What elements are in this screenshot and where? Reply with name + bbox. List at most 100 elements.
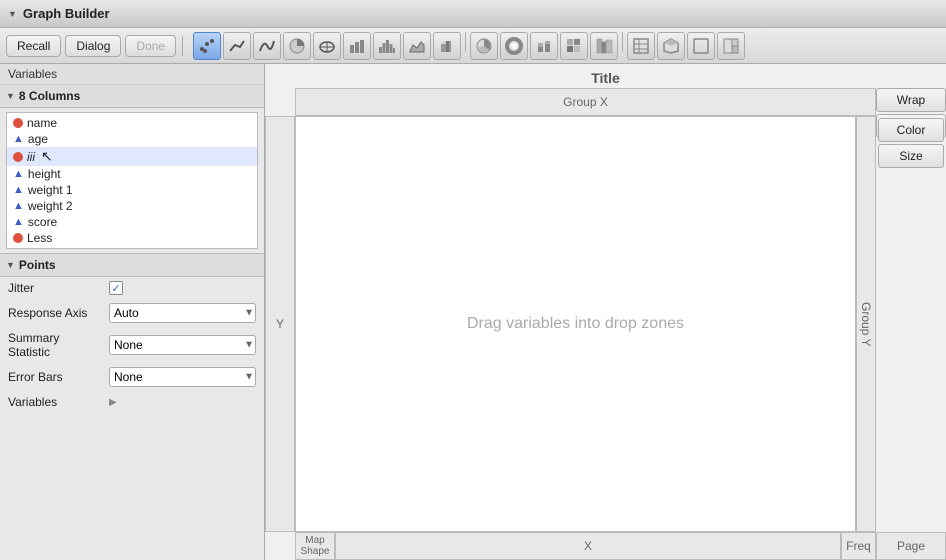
points-header[interactable]: ▼ Points xyxy=(0,254,264,277)
points-section: ▼ Points Jitter Response Axis Auto Y X ▼ xyxy=(0,253,264,560)
col-label: name xyxy=(27,116,57,130)
toolbar: Recall Dialog Done xyxy=(0,28,946,64)
chart-icon-table[interactable] xyxy=(627,32,655,60)
chart-icon-3dbar[interactable] xyxy=(433,32,461,60)
group-y-cell[interactable]: Group Y xyxy=(856,116,876,532)
chart-icon-pie[interactable] xyxy=(283,32,311,60)
app-title: Graph Builder xyxy=(23,6,110,21)
list-item[interactable]: name xyxy=(7,115,257,131)
chart-icon-treemap[interactable] xyxy=(717,32,745,60)
triangle-icon: ▼ xyxy=(8,9,17,19)
right-buttons: Color Size xyxy=(876,116,946,532)
jitter-checkbox[interactable] xyxy=(109,281,123,295)
right-labels-top: Wrap Overlay xyxy=(876,88,946,116)
summary-statistic-row: Summary Statistic None Mean Median Std D… xyxy=(0,327,264,363)
variables-row: Variables ▶ xyxy=(0,391,264,413)
col-arrow-icon: ▲ xyxy=(13,133,24,145)
graph-top-row: Group X Wrap Overlay xyxy=(295,88,946,116)
chart-icon-bar[interactable] xyxy=(343,32,371,60)
points-triangle: ▼ xyxy=(6,260,15,270)
chart-icon-map[interactable] xyxy=(313,32,341,60)
col-label: Less xyxy=(27,231,52,245)
size-button[interactable]: Size xyxy=(878,144,944,168)
freq-cell[interactable]: Freq xyxy=(841,532,876,560)
graph-area: Title Group X Wrap Overlay Y xyxy=(265,64,946,560)
col-label: iii xyxy=(27,150,35,164)
y-label-cell[interactable]: Y xyxy=(265,116,295,532)
group-x-cell[interactable]: Group X xyxy=(295,88,876,116)
variables-sub-arrow-icon: ▶ xyxy=(109,397,117,408)
cursor-icon: ↖ xyxy=(41,148,53,165)
error-bars-select[interactable]: None Standard Error Confidence Interval xyxy=(109,367,256,387)
chart-icon-line[interactable] xyxy=(223,32,251,60)
error-bars-select-wrap: None Standard Error Confidence Interval … xyxy=(109,367,256,387)
list-item[interactable]: ▲ score xyxy=(7,214,257,230)
wrap-button[interactable]: Wrap xyxy=(876,88,946,112)
right-panel: Title Group X Wrap Overlay Y xyxy=(265,64,946,560)
col-arrow-icon: ▲ xyxy=(13,200,24,212)
error-bars-label: Error Bars xyxy=(8,370,103,384)
response-axis-select[interactable]: Auto Y X xyxy=(109,303,256,323)
jitter-label: Jitter xyxy=(8,281,103,295)
graph-grid-container: Group X Wrap Overlay Y Drag variables in… xyxy=(265,88,946,560)
chart-icon-map2[interactable] xyxy=(657,32,685,60)
chart-icon-smooth[interactable] xyxy=(253,32,281,60)
map-shape-cell[interactable]: MapShape xyxy=(295,532,335,560)
columns-header[interactable]: ▼ 8 Columns xyxy=(0,85,264,108)
response-axis-row: Response Axis Auto Y X ▼ xyxy=(0,299,264,327)
response-axis-select-wrap: Auto Y X ▼ xyxy=(109,303,256,323)
list-item[interactable]: ▲ age xyxy=(7,131,257,147)
error-bars-row: Error Bars None Standard Error Confidenc… xyxy=(0,363,264,391)
drag-hint-text: Drag variables into drop zones xyxy=(467,315,684,333)
variables-subrow-label: Variables xyxy=(8,395,103,409)
title-bar: ▼ Graph Builder xyxy=(0,0,946,28)
points-title: Points xyxy=(19,258,56,272)
list-item[interactable]: ▲ height xyxy=(7,166,257,182)
chart-icon-donut[interactable] xyxy=(500,32,528,60)
chart-icon-stacked[interactable] xyxy=(530,32,558,60)
graph-middle-row: Y Drag variables into drop zones Group Y… xyxy=(265,116,946,532)
col-arrow-icon: ▲ xyxy=(13,168,24,180)
dialog-button[interactable]: Dialog xyxy=(65,35,121,57)
columns-title: 8 Columns xyxy=(19,89,80,103)
list-item[interactable]: ▲ weight 1 xyxy=(7,182,257,198)
chart-icon-pie2[interactable] xyxy=(470,32,498,60)
graph-title: Title xyxy=(265,64,946,88)
variables-label: Variables xyxy=(0,64,264,85)
chart-icon-box3d[interactable] xyxy=(687,32,715,60)
chart-icon-area[interactable] xyxy=(403,32,431,60)
col-dot-red xyxy=(13,118,23,128)
chart-icon-heatmap[interactable] xyxy=(560,32,588,60)
page-cell[interactable]: Page xyxy=(876,532,946,560)
toolbar-separator-1 xyxy=(182,36,183,56)
graph-bottom-row: MapShape X Freq Page xyxy=(295,532,946,560)
list-item[interactable]: ▲ weight 2 xyxy=(7,198,257,214)
map-shape-text: MapShape xyxy=(301,535,330,557)
col-label: weight 2 xyxy=(28,199,73,213)
toolbar-separator-2 xyxy=(465,32,466,52)
color-button[interactable]: Color xyxy=(878,118,944,142)
graph-grid-inner: Group X Wrap Overlay Y Drag variables in… xyxy=(265,88,946,560)
col-dot-red xyxy=(13,233,23,243)
done-button[interactable]: Done xyxy=(125,35,176,57)
main-layout: Variables ▼ 8 Columns name ▲ age iii ↖ ▲… xyxy=(0,64,946,560)
col-label: weight 1 xyxy=(28,183,73,197)
list-item[interactable]: Less xyxy=(7,230,257,246)
x-label-cell[interactable]: X xyxy=(335,532,841,560)
col-label: score xyxy=(28,215,57,229)
summary-statistic-select-wrap: None Mean Median Std Dev ▼ xyxy=(109,335,256,355)
chart-icon-scatter[interactable] xyxy=(193,32,221,60)
plot-area[interactable]: Drag variables into drop zones xyxy=(295,116,856,532)
col-label: height xyxy=(28,167,61,181)
chart-icon-histogram[interactable] xyxy=(373,32,401,60)
columns-triangle: ▼ xyxy=(6,91,15,101)
jitter-row: Jitter xyxy=(0,277,264,299)
list-item[interactable]: iii ↖ xyxy=(7,147,257,166)
summary-statistic-label: Summary Statistic xyxy=(8,331,103,359)
summary-statistic-select[interactable]: None Mean Median Std Dev xyxy=(109,335,256,355)
chart-icon-group xyxy=(193,32,745,60)
recall-button[interactable]: Recall xyxy=(6,35,61,57)
col-dot-red xyxy=(13,152,23,162)
chart-icon-mekko[interactable] xyxy=(590,32,618,60)
response-axis-label: Response Axis xyxy=(8,306,103,320)
